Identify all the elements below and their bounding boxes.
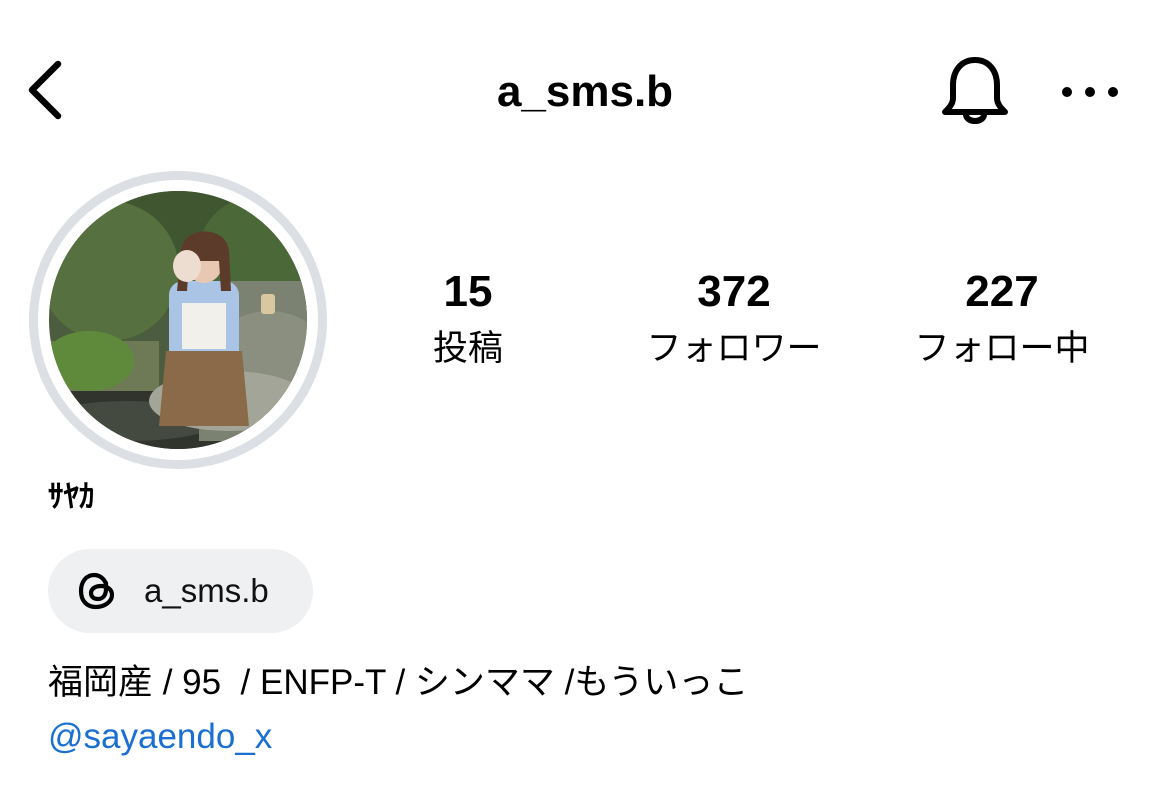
threads-handle: a_sms.b: [144, 572, 269, 609]
bio-text: 福岡産 / 95 / ENFP-T / シンママ /もういっこ: [48, 663, 749, 702]
following-label: フォロー中: [914, 329, 1090, 368]
following-stat[interactable]: 227 フォロー中: [882, 262, 1122, 374]
followers-stat[interactable]: 372 フォロワー: [614, 262, 854, 374]
notifications-button[interactable]: [935, 54, 1015, 130]
avatar-story-ring[interactable]: [29, 171, 327, 469]
followers-count: 372: [697, 267, 771, 316]
profile-photo-avatar: [49, 191, 307, 449]
posts-count: 15: [443, 267, 493, 316]
followers-label: フォロワー: [646, 329, 822, 368]
display-name: ｻﾔｶ: [48, 479, 95, 514]
bio-mention-link[interactable]: @sayaendo_x: [48, 709, 272, 765]
posts-stat[interactable]: 15 投稿: [348, 262, 588, 374]
bell-icon: [942, 57, 1008, 124]
more-horizontal-icon: [1062, 87, 1118, 97]
more-options-button[interactable]: [1050, 70, 1130, 114]
threads-profile-button[interactable]: a_sms.b: [48, 549, 313, 633]
threads-icon: [78, 572, 115, 610]
profile-username-title: a_sms.b: [496, 67, 674, 116]
posts-label: 投稿: [432, 329, 503, 368]
back-button[interactable]: [18, 52, 78, 128]
following-count: 227: [965, 267, 1039, 316]
chevron-left-icon: [28, 60, 62, 120]
